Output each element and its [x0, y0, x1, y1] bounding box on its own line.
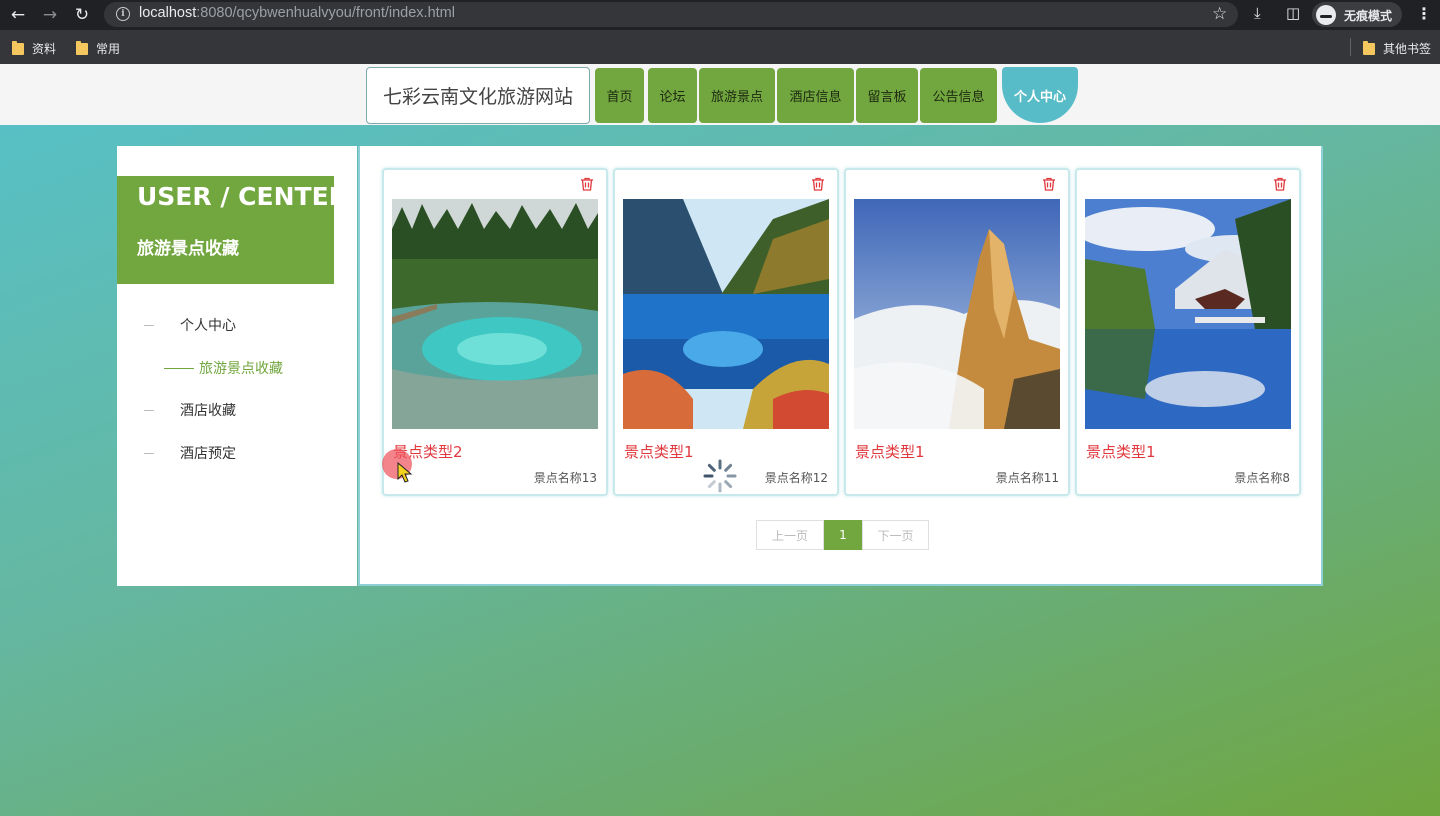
sidebar-item-label: 酒店收藏 [180, 403, 236, 419]
bookmark-label: 常用 [96, 42, 121, 56]
attraction-photo[interactable] [854, 199, 1060, 429]
nav-home[interactable]: 首页 [595, 68, 644, 123]
bookmark-folder-changyong[interactable]: 常用 [76, 40, 120, 57]
bookmark-folder-ziliao[interactable]: 资料 [12, 40, 56, 57]
attraction-card[interactable]: 景点类型1 景点名称8 [1075, 168, 1301, 496]
sidebar-title: USER / CENTER [137, 182, 348, 211]
loading-spinner-icon [703, 459, 737, 493]
nav-attractions[interactable]: 旅游景点 [699, 68, 775, 123]
pagination: 上一页 1 下一页 [756, 520, 929, 550]
reload-icon[interactable]: ↻ [70, 3, 94, 27]
download-icon[interactable]: ⤓ [1254, 4, 1261, 22]
mouse-cursor-icon [397, 462, 413, 483]
dash-marker [144, 452, 154, 454]
folder-icon [76, 40, 88, 55]
attraction-photo[interactable] [1085, 199, 1291, 429]
url-host: localhost [139, 5, 197, 21]
sidebar-item-label: 个人中心 [180, 318, 236, 334]
bookmarks-divider [1350, 38, 1351, 56]
attraction-name: 景点名称12 [764, 471, 828, 485]
sidebar-item-label: 酒店预定 [180, 446, 236, 462]
incognito-icon [1316, 5, 1336, 25]
next-page-button[interactable]: 下一页 [862, 520, 929, 550]
attraction-card[interactable]: 景点类型1 景点名称11 [844, 168, 1070, 496]
attraction-card[interactable]: 景点类型1 景点名称12 [613, 168, 839, 496]
sidebar-header: USER / CENTER 旅游景点收藏 [117, 176, 348, 284]
dash-marker [144, 324, 154, 326]
other-bookmarks[interactable]: 其他书签 [1363, 40, 1431, 57]
sidebar-item-hotel-favorites[interactable]: 酒店收藏 [144, 399, 236, 421]
back-icon[interactable]: ← [6, 3, 30, 27]
dash-marker [164, 367, 194, 369]
attraction-card[interactable]: 景点类型2 景点名称13 [382, 168, 608, 496]
nav-message-board[interactable]: 留言板 [856, 68, 918, 123]
url-path: :8080/qcybwenhualvyou/front/index.html [196, 5, 455, 21]
nav-hotels[interactable]: 酒店信息 [777, 68, 854, 123]
browser-menu-icon[interactable]: ⋮ [1416, 4, 1432, 23]
page-background: 七彩云南文化旅游网站 首页 论坛 旅游景点 酒店信息 留言板 公告信息 个人中心… [0, 64, 1440, 816]
attraction-name: 景点名称13 [533, 471, 597, 485]
sidebar-item-label: 旅游景点收藏 [199, 361, 283, 377]
delete-trash-icon[interactable] [580, 176, 594, 191]
bookmark-label: 资料 [32, 42, 57, 56]
nav-forum[interactable]: 论坛 [648, 68, 697, 123]
sidebar-item-hotel-booking[interactable]: 酒店预定 [144, 442, 236, 464]
attraction-type[interactable]: 景点类型1 [855, 441, 925, 462]
folder-icon [12, 40, 24, 55]
attraction-type[interactable]: 景点类型1 [624, 441, 694, 462]
sidebar-item-user-center[interactable]: 个人中心 [144, 314, 236, 336]
site-info-icon[interactable]: i [116, 7, 130, 21]
folder-icon [1363, 40, 1375, 55]
bookmarks-bar [0, 30, 1440, 64]
favorites-panel: 景点类型2 景点名称13 景点类型1 景点名称12 景点类型1 景点名称11 景… [358, 146, 1323, 586]
attraction-photo[interactable] [623, 199, 829, 429]
user-sidebar: USER / CENTER 旅游景点收藏 个人中心 旅游景点收藏 酒店收藏 酒店… [117, 146, 357, 586]
delete-trash-icon[interactable] [811, 176, 825, 191]
attraction-type[interactable]: 景点类型1 [1086, 441, 1156, 462]
site-title[interactable]: 七彩云南文化旅游网站 [366, 67, 590, 124]
prev-page-button[interactable]: 上一页 [756, 520, 824, 550]
delete-trash-icon[interactable] [1273, 176, 1287, 191]
sidepanel-icon[interactable]: ◫ [1286, 4, 1300, 22]
delete-trash-icon[interactable] [1042, 176, 1056, 191]
dash-marker [144, 409, 154, 411]
sidebar-item-attraction-favorites[interactable]: 旅游景点收藏 [164, 357, 283, 379]
nav-announcements[interactable]: 公告信息 [920, 68, 997, 123]
page-number-current[interactable]: 1 [824, 520, 862, 550]
attraction-photo[interactable] [392, 199, 598, 429]
url-text[interactable]: localhost:8080/qcybwenhualvyou/front/ind… [139, 5, 455, 21]
attraction-name: 景点名称8 [1234, 471, 1290, 485]
attraction-name: 景点名称11 [995, 471, 1059, 485]
forward-icon[interactable]: → [38, 3, 62, 27]
incognito-label: 无痕模式 [1344, 9, 1393, 23]
bookmark-star-icon[interactable]: ☆ [1212, 4, 1227, 24]
bookmark-label: 其他书签 [1383, 42, 1432, 56]
sidebar-subtitle: 旅游景点收藏 [137, 239, 239, 259]
